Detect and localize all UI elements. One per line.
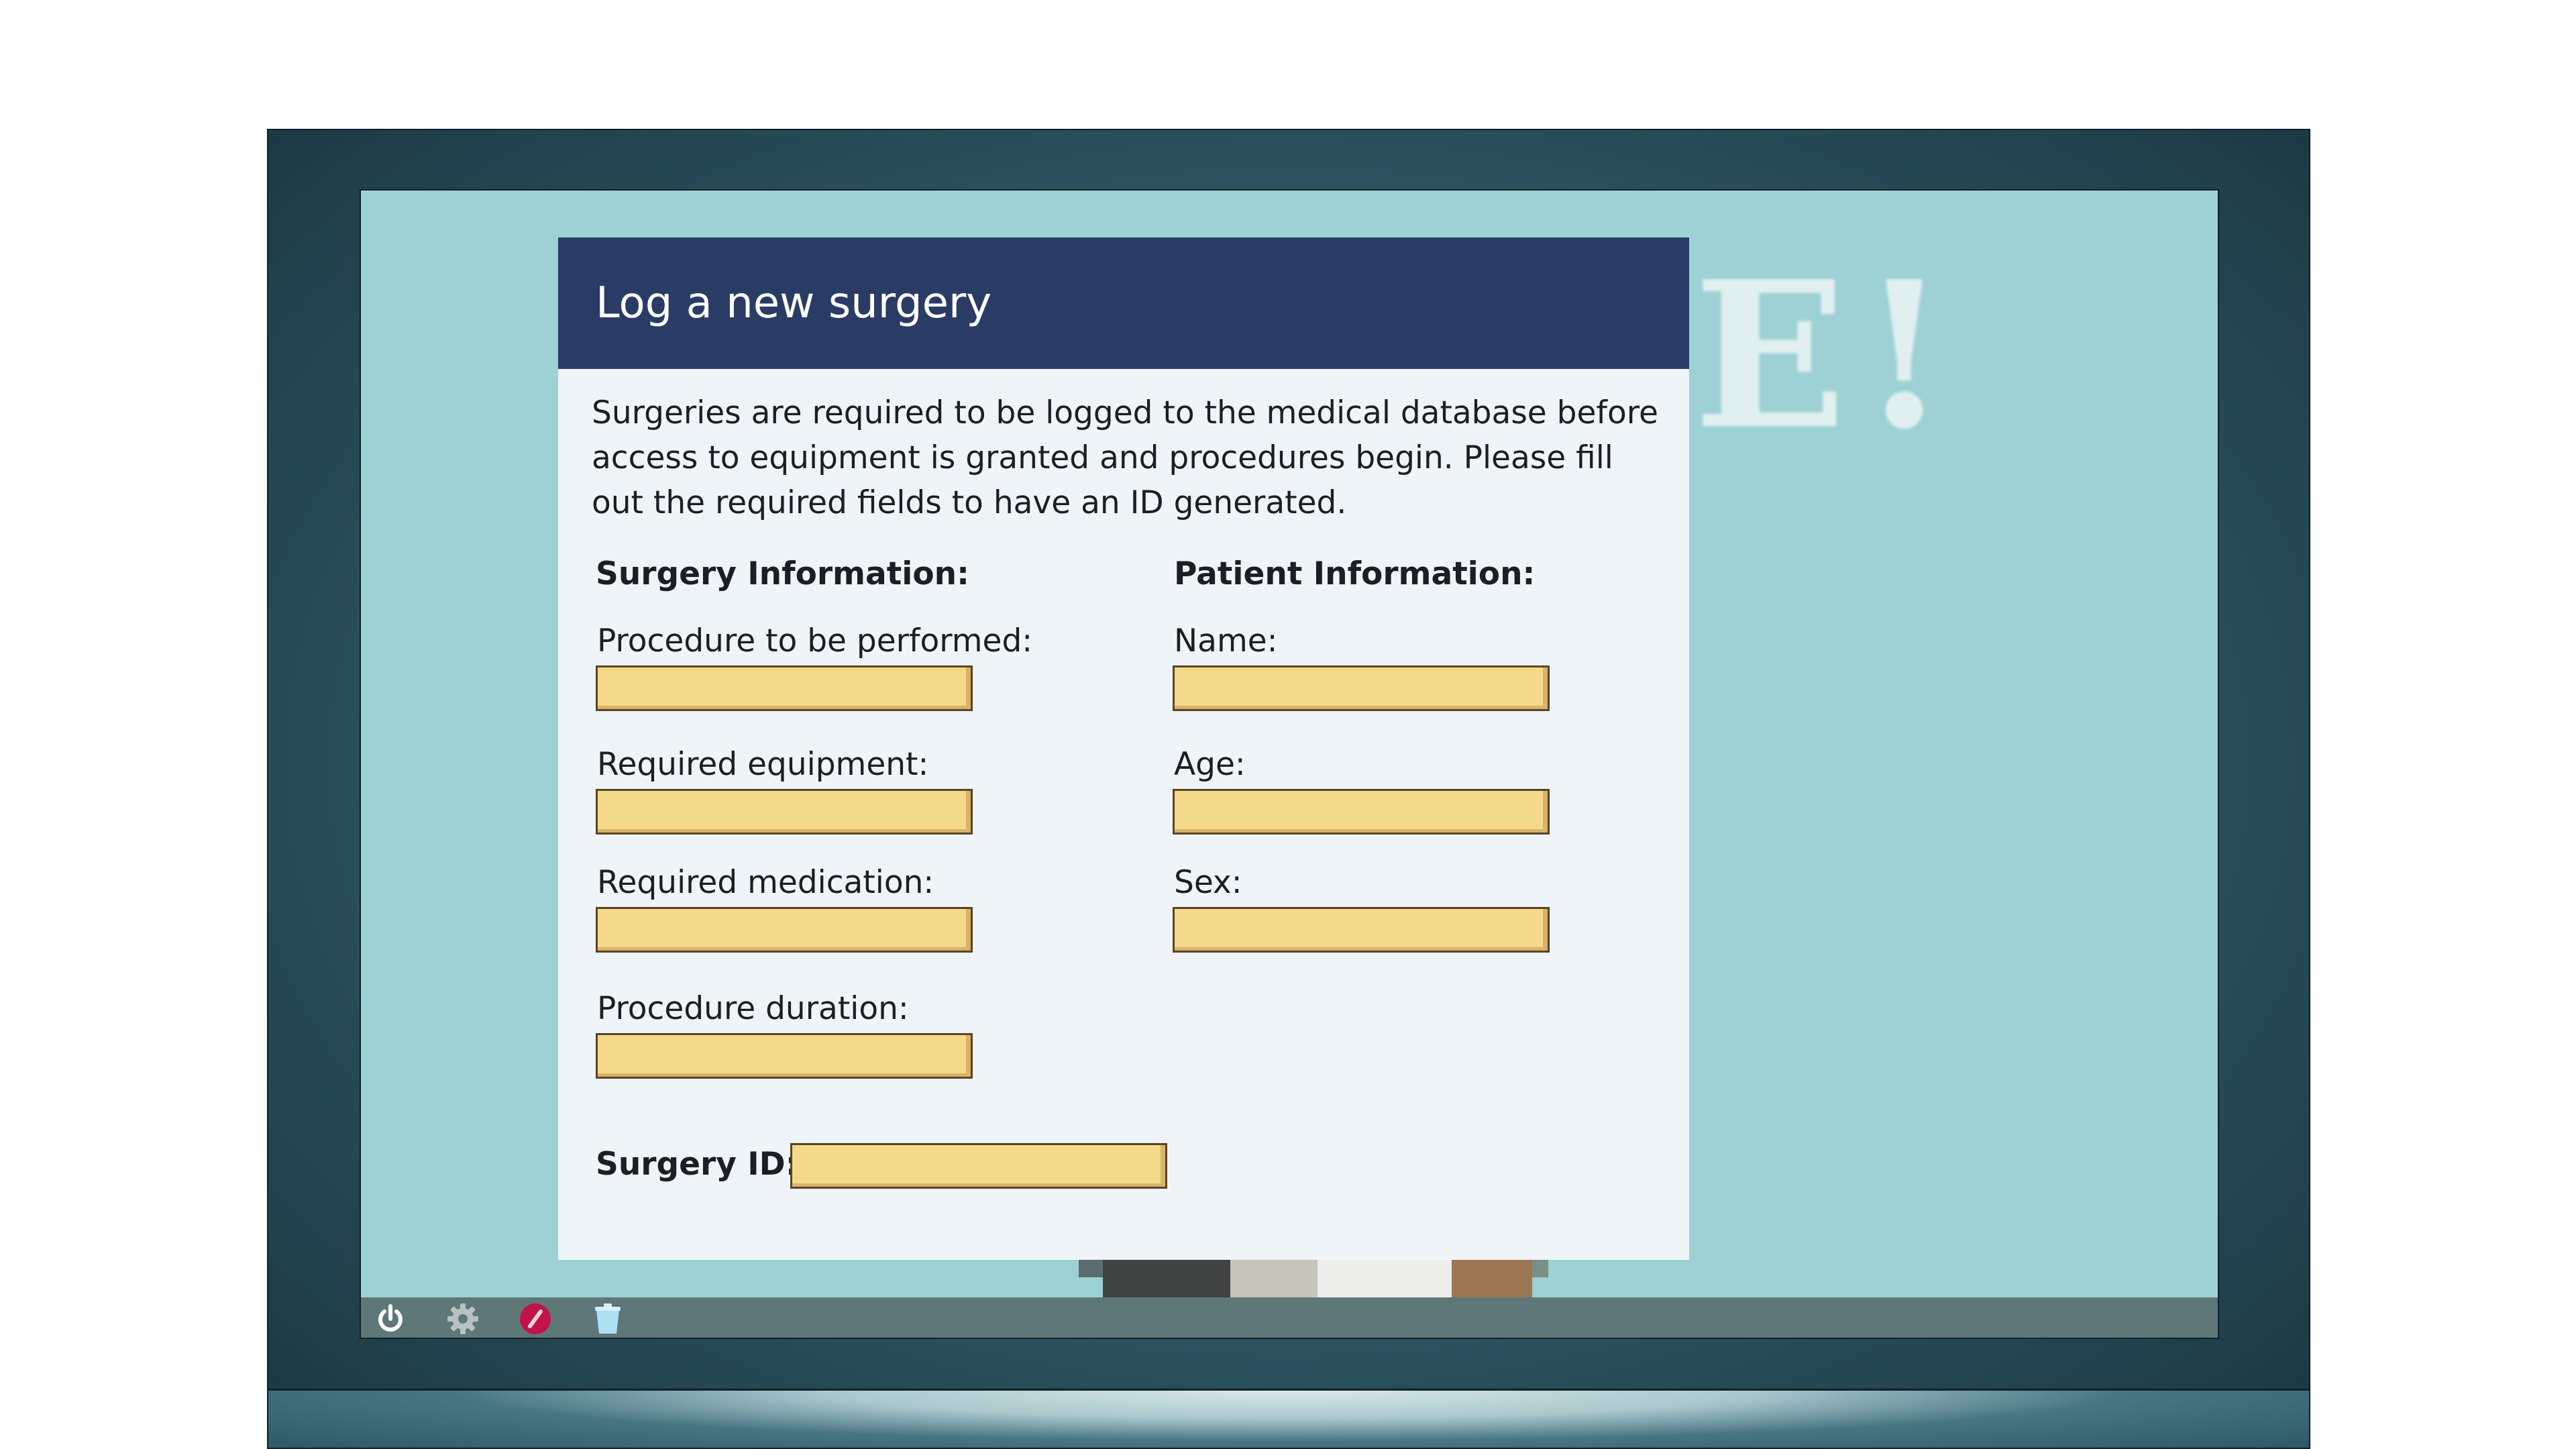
wallpaper-letters: E! (1693, 237, 1962, 474)
medication-input[interactable] (596, 907, 973, 953)
patient-age-input[interactable] (1173, 789, 1550, 835)
surgery-id-label: Surgery ID: (596, 1146, 798, 1183)
surgery-id-field[interactable] (790, 1143, 1167, 1189)
dialog-title: Log a new surgery (596, 278, 992, 328)
monitor-frame: E! Log a new surgery Surgeries are requi… (267, 129, 2310, 1449)
medication-label: Required medication: (597, 864, 934, 901)
log-surgery-dialog: Log a new surgery Surgeries are required… (558, 237, 1689, 1260)
power-icon[interactable] (369, 1297, 412, 1338)
trash-icon[interactable] (586, 1297, 629, 1338)
no-entry-icon[interactable] (514, 1297, 557, 1338)
gear-icon[interactable] (441, 1297, 484, 1338)
duration-input[interactable] (596, 1033, 973, 1079)
equipment-label: Required equipment: (597, 746, 929, 783)
dialog-header: Log a new surgery (558, 237, 1689, 369)
patient-sex-input[interactable] (1173, 907, 1550, 953)
patient-sex-label: Sex: (1174, 864, 1242, 901)
intro-text: Surgeries are required to be logged to t… (592, 394, 1658, 521)
surgery-information-heading: Surgery Information: (596, 555, 969, 592)
patient-name-input[interactable] (1173, 665, 1550, 711)
duration-label: Procedure duration: (597, 990, 909, 1027)
procedure-input[interactable] (596, 665, 973, 711)
equipment-input[interactable] (596, 789, 973, 835)
monitor-base (268, 1389, 2309, 1448)
procedure-label: Procedure to be performed: (597, 623, 1033, 659)
patient-information-heading: Patient Information: (1174, 555, 1536, 592)
patient-name-label: Name: (1174, 623, 1278, 659)
desktop-screen: E! Log a new surgery Surgeries are requi… (360, 189, 2219, 1339)
taskbar (361, 1297, 2218, 1338)
patient-age-label: Age: (1174, 746, 1246, 783)
